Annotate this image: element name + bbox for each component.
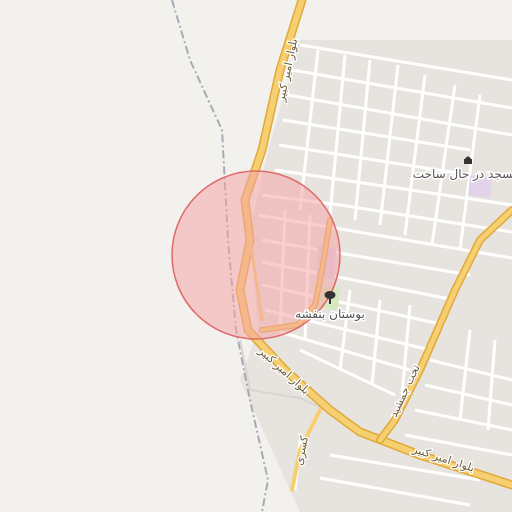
map-view[interactable]: بلوار امیر کبیر بلوار امیر کبیر بلوار ام…	[0, 0, 512, 512]
map-canvas[interactable]: بلوار امیر کبیر بلوار امیر کبیر بلوار ام…	[0, 0, 512, 512]
park-label[interactable]: بوستان بنفشه	[294, 306, 367, 324]
mosque-label[interactable]: مسجد در حال ساخت	[411, 166, 512, 184]
